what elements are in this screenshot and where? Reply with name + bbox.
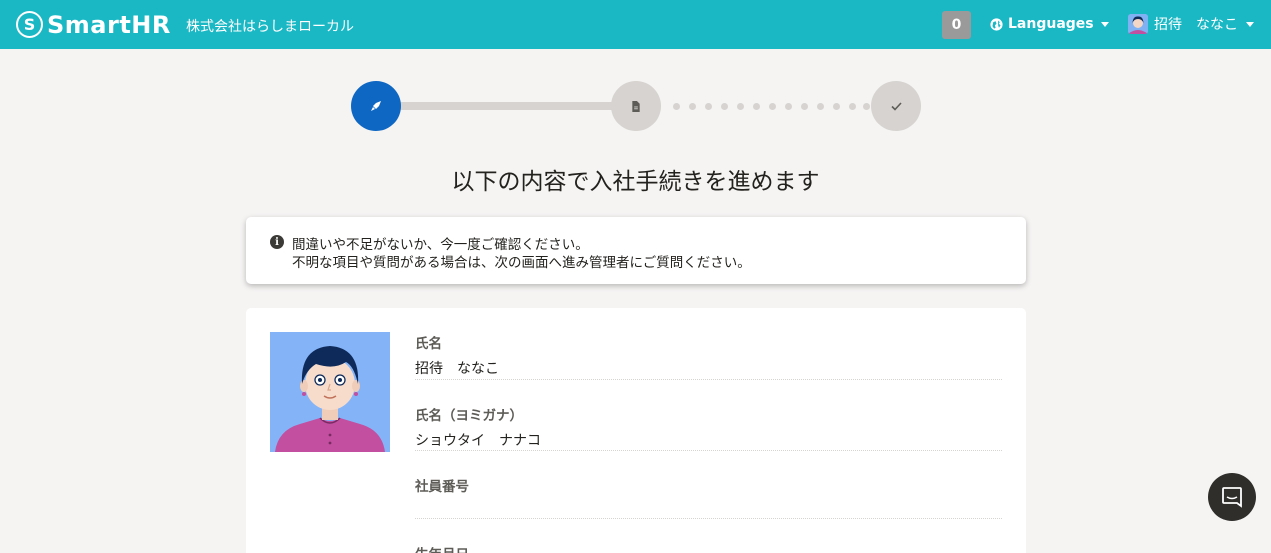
info-message-line-2: 不明な項目や質問がある場合は、次の画面へ進み管理者にご質問ください。 [292, 255, 751, 271]
field-name: 氏名 招待 ななこ [415, 332, 1002, 377]
user-avatar [1128, 14, 1148, 34]
step-3-complete [871, 81, 921, 131]
field-value: ショウタイ ナナコ [415, 433, 541, 449]
user-menu[interactable]: 招待 ななこ [1128, 14, 1254, 34]
chevron-down-icon [1246, 21, 1254, 27]
company-name: 株式会社はらしまローカル [186, 19, 354, 35]
divider [415, 379, 1002, 380]
profile-card: 氏名 招待 ななこ 氏名（ヨミガナ） ショウタイ ナナコ 社員番号 生年月日 [246, 308, 1026, 553]
logo-mark-icon: S [16, 11, 43, 38]
field-name-kana: 氏名（ヨミガナ） ショウタイ ナナコ [415, 404, 1002, 449]
languages-menu[interactable]: Languages [990, 16, 1109, 32]
field-value [415, 501, 1002, 519]
info-message-line-1: 間違いや不足がないか、今一度ご確認ください。 [292, 237, 589, 253]
rocket-icon [371, 101, 381, 111]
divider [415, 518, 1002, 519]
user-name: 招待 ななこ [1154, 17, 1238, 33]
chevron-down-icon [1100, 21, 1109, 27]
field-label: 氏名（ヨミガナ） [415, 408, 523, 424]
field-label: 生年月日 [415, 543, 1002, 553]
field-birthdate: 生年月日 [415, 543, 1002, 553]
progress-stepper [351, 81, 921, 131]
top-header: S SmartHR 株式会社はらしまローカル 0 Languages 招待 なな… [0, 0, 1271, 49]
field-label: 氏名 [415, 336, 442, 352]
info-icon: i [270, 235, 284, 249]
globe-icon [990, 17, 1003, 31]
languages-label: Languages [1008, 16, 1094, 32]
step-1-start [351, 81, 401, 131]
info-message-box: i 間違いや不足がないか、今一度ご確認ください。 不明な項目や質問がある場合は、… [246, 217, 1026, 284]
field-value: 招待 ななこ [415, 361, 499, 377]
chat-icon [1222, 487, 1242, 508]
page-title: 以下の内容で入社手続きを進めます [451, 169, 820, 195]
field-label: 社員番号 [415, 479, 469, 495]
step-connector-bar [399, 102, 613, 110]
logo-text: SmartHR [47, 10, 171, 39]
divider [415, 450, 1002, 451]
profile-photo [270, 332, 390, 452]
check-icon [890, 101, 902, 111]
step-connector-dots [673, 103, 870, 110]
chat-support-button[interactable] [1208, 473, 1256, 521]
document-icon [632, 100, 640, 112]
step-2-document [611, 81, 661, 131]
field-employee-number: 社員番号 [415, 475, 1002, 519]
smarthr-logo[interactable]: S SmartHR [16, 10, 171, 39]
notification-badge[interactable]: 0 [942, 11, 971, 39]
